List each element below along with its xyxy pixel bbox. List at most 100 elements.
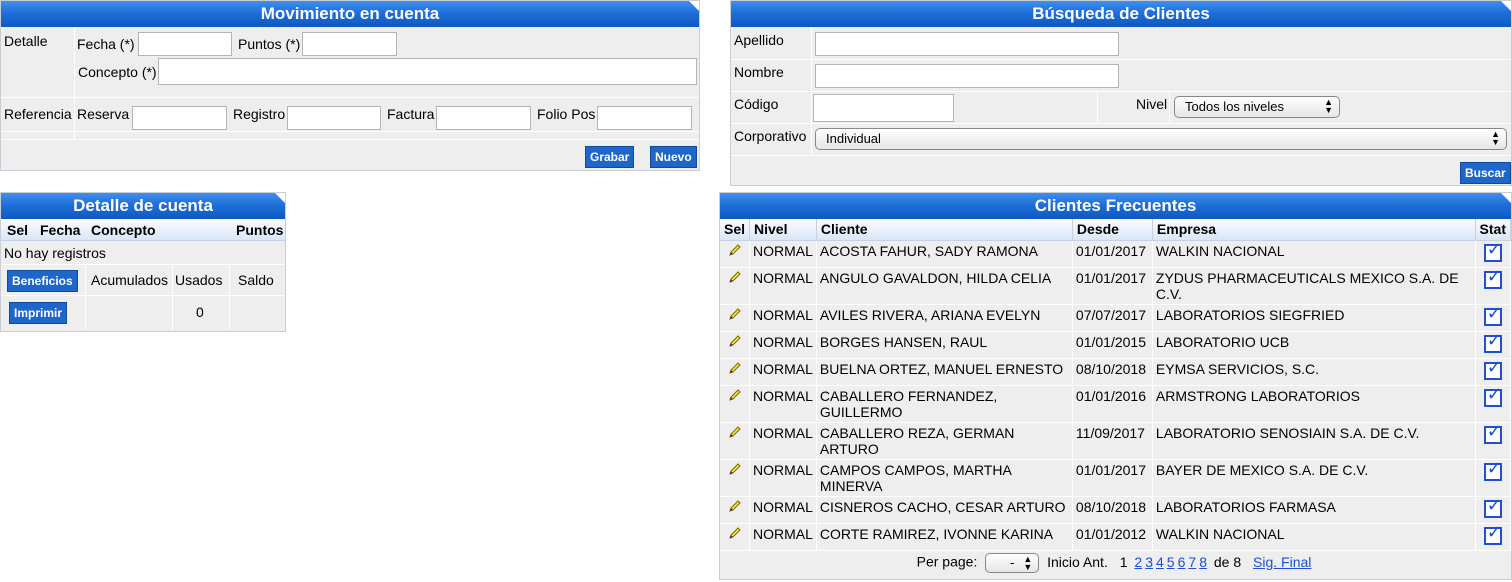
checkbox-checked-icon[interactable]	[1483, 423, 1502, 444]
checkbox-checked-icon[interactable]	[1483, 241, 1502, 262]
pencil-icon[interactable]	[728, 334, 742, 351]
stat-cell	[1475, 385, 1512, 423]
nuevo-button[interactable]: Nuevo	[650, 146, 697, 168]
nombre-input[interactable]	[815, 64, 1119, 88]
checkbox-checked-icon[interactable]	[1483, 268, 1502, 289]
empresa-cell: WALKIN NACIONAL	[1152, 523, 1476, 551]
table-row: NORMAL BORGES HANSEN, RAUL 01/01/2015 LABOR…	[720, 331, 1512, 359]
pencil-icon[interactable]	[728, 361, 742, 378]
col-empresa: Empresa	[1152, 219, 1476, 241]
page-link[interactable]: 4	[1156, 554, 1164, 570]
pencil-icon[interactable]	[728, 526, 742, 543]
per-page-select[interactable]: - ▲ ▼	[985, 553, 1040, 573]
page-link[interactable]: 3	[1145, 554, 1153, 570]
select-cell	[720, 267, 751, 305]
col-nivel: Nivel	[749, 219, 817, 241]
concepto-label: Concepto (*)	[78, 64, 157, 80]
cliente-cell: CORTE RAMIREZ, IVONNE KARINA	[816, 523, 1073, 551]
current-page: 1	[1119, 553, 1128, 570]
checkbox-checked-icon[interactable]	[1483, 332, 1502, 353]
nivel-select[interactable]: Todos los niveles ▲ ▼	[1174, 96, 1340, 118]
fecha-input[interactable]	[138, 32, 232, 56]
beneficios-button[interactable]: Beneficios	[7, 270, 78, 292]
checkbox-checked-icon[interactable]	[1483, 305, 1502, 326]
fecha-label: Fecha (*)	[77, 36, 135, 52]
detalle-cuenta-header: Sel Fecha Concepto Puntos	[1, 219, 285, 241]
pencil-icon[interactable]	[728, 243, 742, 260]
pencil-icon[interactable]	[728, 499, 742, 516]
cliente-cell: CABALLERO REZA, GERMAN ARTURO	[816, 422, 1073, 460]
checkbox-checked-icon[interactable]	[1483, 497, 1502, 518]
registro-input[interactable]	[287, 106, 381, 130]
empresa-cell: BAYER DE MEXICO S.A. DE C.V.	[1152, 459, 1476, 497]
empresa-cell: LABORATORIO SENOSIAIN S.A. DE C.V.	[1152, 422, 1476, 460]
detalle-label: Detalle	[4, 33, 48, 49]
table-row: NORMAL ACOSTA FAHUR, SADY RAMONA 01/01/201…	[720, 240, 1512, 268]
page-link[interactable]: 6	[1178, 554, 1186, 570]
select-cell	[720, 385, 751, 423]
col-fecha: Fecha	[40, 222, 81, 238]
empty-message: No hay registros	[4, 245, 106, 261]
stat-cell	[1475, 267, 1512, 305]
frecuentes-panel: Clientes Frecuentes Sel Nivel Cliente De…	[719, 192, 1512, 580]
reserva-input[interactable]	[132, 106, 227, 130]
buscar-button[interactable]: Buscar	[1460, 162, 1511, 184]
pencil-icon[interactable]	[728, 462, 742, 479]
nivel-cell: NORMAL	[749, 422, 817, 460]
empresa-cell: EYMSA SERVICIOS, S.C.	[1152, 358, 1476, 386]
checkbox-checked-icon[interactable]	[1483, 460, 1502, 481]
stat-cell	[1475, 304, 1512, 332]
per-page-label: Per page:	[916, 553, 978, 570]
table-row: NORMAL ANGULO GAVALDON, HILDA CELIA 01/01/…	[720, 267, 1512, 305]
stat-cell	[1475, 496, 1512, 524]
checkbox-checked-icon[interactable]	[1483, 359, 1502, 380]
cliente-cell: BUELNA ORTEZ, MANUEL ERNESTO	[816, 358, 1073, 386]
table-row: NORMAL CISNEROS CACHO, CESAR ARTURO 08/10/…	[720, 496, 1512, 524]
select-cell	[720, 240, 751, 268]
pencil-icon[interactable]	[728, 425, 742, 442]
page-link[interactable]: 2	[1134, 554, 1142, 570]
busqueda-title: Búsqueda de Clientes	[731, 1, 1511, 27]
select-cell	[720, 304, 751, 332]
page-link[interactable]: 7	[1188, 554, 1196, 570]
checkbox-checked-icon[interactable]	[1483, 524, 1502, 545]
empresa-cell: LABORATORIOS SIEGFRIED	[1152, 304, 1476, 332]
movimiento-title: Movimiento en cuenta	[1, 1, 699, 27]
desde-cell: 01/01/2016	[1072, 385, 1153, 423]
detalle-cuenta-title: Detalle de cuenta	[1, 193, 285, 219]
select-cell	[720, 331, 751, 359]
table-row: NORMAL BUELNA ORTEZ, MANUEL ERNESTO 08/10/…	[720, 358, 1512, 386]
col-cliente: Cliente	[816, 219, 1073, 241]
checkbox-checked-icon[interactable]	[1483, 386, 1502, 407]
factura-input[interactable]	[436, 106, 531, 130]
pencil-icon[interactable]	[728, 270, 742, 287]
corporativo-select[interactable]: Individual ▲ ▼	[815, 128, 1507, 150]
concepto-input[interactable]	[158, 58, 697, 85]
per-page-value: -	[1010, 555, 1015, 570]
desde-cell: 08/10/2018	[1072, 496, 1153, 524]
saldo-label: Saldo	[238, 272, 274, 288]
nivel-cell: NORMAL	[749, 331, 817, 359]
page-link[interactable]: 5	[1167, 554, 1175, 570]
nivel-cell: NORMAL	[749, 240, 817, 268]
next-final-link[interactable]: Sig. Final	[1253, 554, 1311, 570]
desde-cell: 08/10/2018	[1072, 358, 1153, 386]
imprimir-button[interactable]: Imprimir	[9, 302, 68, 324]
pencil-icon[interactable]	[728, 388, 742, 405]
grabar-button[interactable]: Grabar	[585, 146, 635, 168]
folio-input[interactable]	[597, 106, 692, 130]
page-link[interactable]: 8	[1199, 554, 1207, 570]
puntos-input[interactable]	[302, 32, 397, 56]
codigo-input[interactable]	[813, 94, 954, 122]
apellido-input[interactable]	[815, 32, 1119, 56]
empresa-cell: LABORATORIOS FARMASA	[1152, 496, 1476, 524]
cliente-cell: BORGES HANSEN, RAUL	[816, 331, 1073, 359]
acumulados-label: Acumulados	[91, 272, 169, 288]
referencia-label: Referencia	[4, 106, 72, 122]
table-row: NORMAL CABALLERO REZA, GERMAN ARTURO 11/09…	[720, 422, 1512, 460]
pencil-icon[interactable]	[728, 307, 742, 324]
nivel-cell: NORMAL	[749, 385, 817, 423]
table-row: NORMAL AVILES RIVERA, ARIANA EVELYN 07/07/…	[720, 304, 1512, 332]
select-arrows-icon: ▲ ▼	[1324, 97, 1333, 115]
stat-cell	[1475, 459, 1512, 497]
